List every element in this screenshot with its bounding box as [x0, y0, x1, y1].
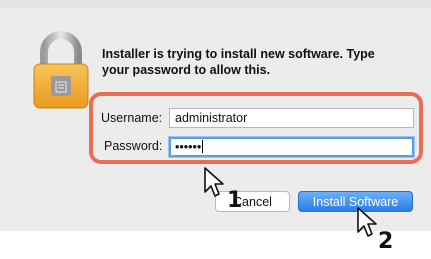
padlock-icon — [33, 31, 89, 109]
password-field[interactable]: •••••• — [169, 137, 414, 157]
password-label: Password: — [104, 139, 163, 153]
pointer-cursor-icon — [357, 207, 377, 237]
username-field[interactable]: administrator — [169, 108, 414, 128]
pointer-cursor-icon — [204, 167, 224, 197]
text-caret — [202, 140, 204, 153]
password-dots: •••••• — [175, 140, 202, 154]
step-number-1: 1 — [227, 188, 243, 213]
username-label: Username: — [101, 111, 163, 125]
step-number-2: 2 — [378, 229, 394, 254]
dialog-top-edge — [0, 0, 431, 8]
dialog-message: Installer is trying to install new softw… — [102, 47, 375, 77]
